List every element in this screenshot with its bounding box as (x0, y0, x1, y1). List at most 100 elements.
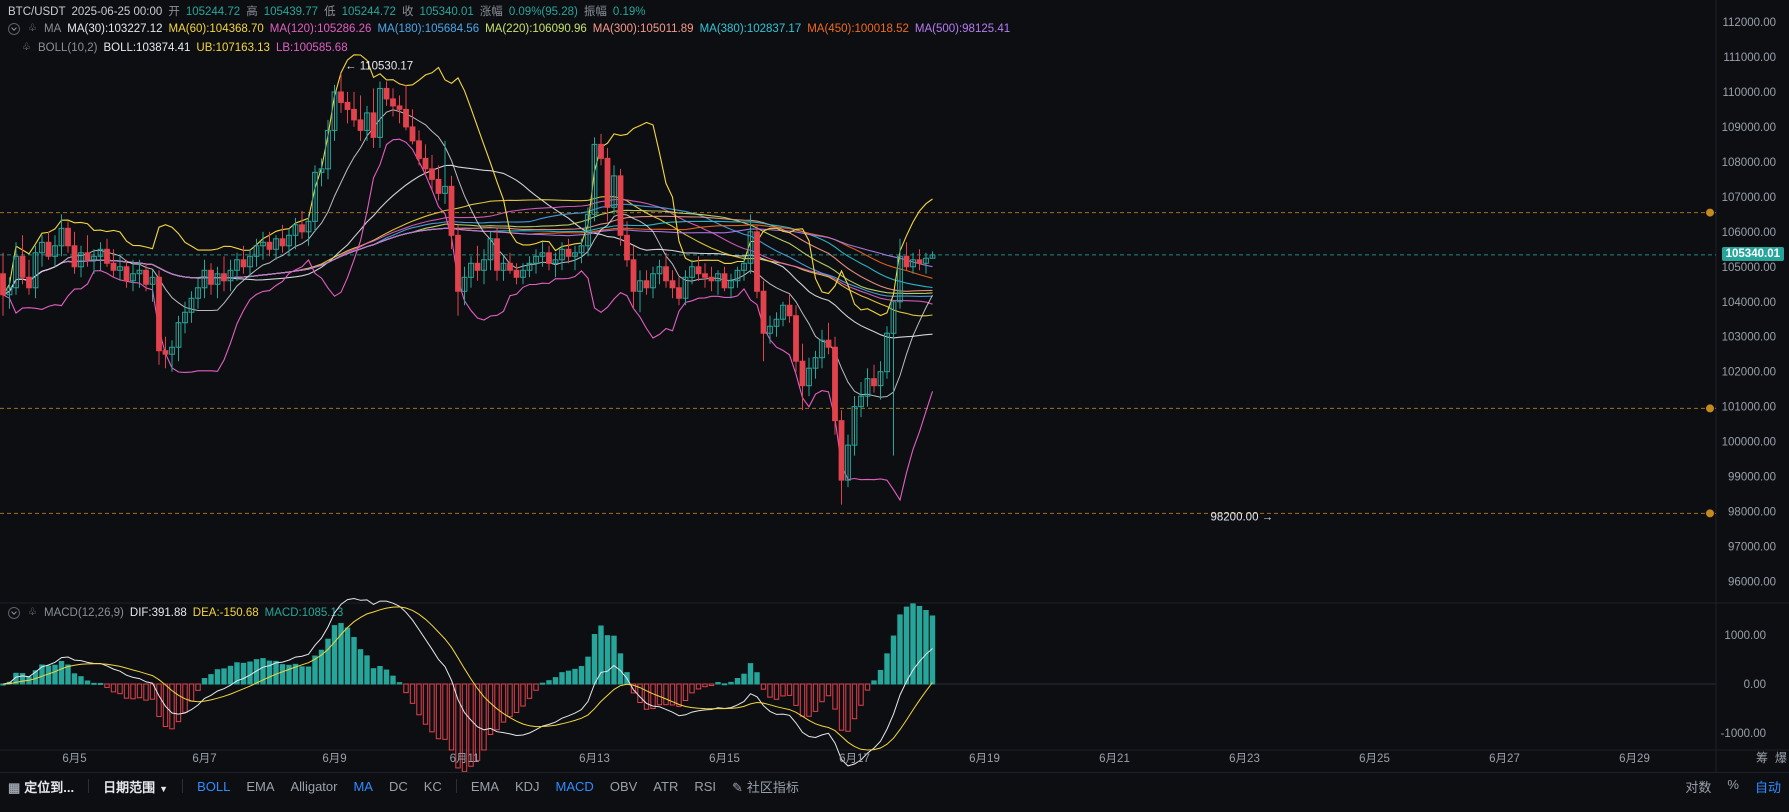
macd-histogram-bar (832, 683, 838, 710)
macd-histogram-bar (838, 683, 845, 731)
macd-histogram-bar (689, 683, 695, 694)
ma-line (2, 215, 933, 296)
macd-histogram-bar (474, 683, 481, 761)
macd-histogram-bar (19, 673, 26, 685)
price-chart[interactable]: 112000.00 111000.00 110000.00 109000.00 1080… (0, 0, 1789, 772)
scale-option-自动[interactable]: 自动 (1747, 777, 1789, 796)
candle-body (676, 287, 682, 299)
candle-body (45, 241, 52, 257)
macd-histogram-bar (364, 655, 370, 685)
divider (88, 779, 90, 793)
macd-histogram-bar (286, 664, 292, 685)
macd-histogram-bar (143, 683, 149, 701)
macd-histogram-bar (825, 683, 832, 697)
candle-body (422, 157, 429, 170)
sub-indicator-tab-rsi[interactable]: RSI (686, 779, 724, 794)
macd-histogram-bar (676, 683, 682, 707)
macd-histogram-bar (227, 665, 234, 685)
sub-indicator-tab-macd[interactable]: MACD (548, 779, 602, 794)
main-indicator-tab-boll[interactable]: BOLL (189, 779, 238, 794)
macd-histogram-bar (903, 606, 910, 685)
sub-indicator-tab-ema[interactable]: EMA (463, 779, 507, 794)
macd-histogram-bar (871, 680, 877, 685)
macd-histogram-bar (851, 683, 858, 720)
macd-histogram-bar (325, 638, 331, 685)
macd-histogram-bar (806, 683, 812, 717)
macd-histogram-bar (741, 673, 747, 685)
main-indicator-tab-ma[interactable]: MA (345, 779, 381, 794)
macd-histogram-bar (604, 635, 611, 685)
candle-body (604, 157, 611, 208)
candle-body (838, 420, 845, 481)
candle-body (721, 273, 728, 289)
candle-body (455, 234, 461, 292)
macd-histogram-bar (65, 664, 71, 685)
macd-histogram-bar (91, 682, 97, 685)
macd-histogram-bar (247, 661, 253, 685)
macd-histogram-bar (344, 627, 351, 685)
macd-histogram-bar (643, 683, 650, 710)
price-tick-label: 105000.00 (1722, 262, 1776, 274)
candle-body (104, 248, 110, 264)
macd-histogram-bar (136, 683, 143, 699)
date-tick-label: 6月7 (192, 753, 216, 765)
price-tick-label: 111000.00 (1723, 52, 1776, 64)
sub-indicator-tab-kdj[interactable]: KDJ (507, 779, 548, 794)
candle-body (429, 168, 435, 180)
macd-histogram-bar (422, 683, 429, 725)
locate-to-button[interactable]: ▦ 定位到... (0, 777, 82, 796)
macd-histogram-bar (188, 683, 195, 702)
candle-body (403, 108, 409, 128)
macd-histogram-bar (695, 683, 702, 690)
scale-option-percent[interactable]: % (1719, 777, 1747, 796)
scale-options: 对数% 自动 (1677, 777, 1789, 796)
candle-body (786, 304, 793, 317)
price-tick-label: 102000.00 (1722, 367, 1776, 379)
price-level-marker (1706, 404, 1714, 413)
candle-body (279, 238, 286, 247)
candle-body (344, 101, 351, 110)
price-tick-label: 101000.00 (1722, 402, 1776, 414)
macd-histogram-bar (481, 683, 487, 751)
price-tick-label: 106000.00 (1722, 227, 1776, 239)
macd-histogram-bar (916, 605, 923, 685)
main-indicator-tab-kc[interactable]: KC (416, 779, 450, 794)
macd-histogram-bar (884, 653, 890, 685)
main-indicator-tab-alligator[interactable]: Alligator (283, 779, 346, 794)
sub-indicator-tab-atr[interactable]: ATR (645, 779, 686, 794)
community-indicators-button[interactable]: ✎ 社区指标 (724, 777, 807, 796)
macd-histogram-bar (793, 683, 799, 706)
main-indicator-tab-ema[interactable]: EMA (238, 779, 282, 794)
macd-histogram-bar (526, 683, 533, 699)
candle-body (565, 248, 572, 257)
macd-histogram-bar (240, 662, 247, 685)
macd-histogram-bar (221, 668, 227, 685)
macd-histogram-bar (403, 683, 409, 694)
macd-histogram-bar (58, 660, 65, 685)
ma-line (2, 198, 933, 305)
macd-histogram-bar (552, 677, 559, 685)
chip-distribution-toggle[interactable]: 筹 (1756, 749, 1768, 766)
ma-line (2, 203, 933, 297)
candle-body (494, 238, 500, 271)
scale-option-对数[interactable]: 对数 (1677, 777, 1719, 796)
macd-tick-label: -1000.00 (1721, 728, 1766, 740)
candle-body (143, 269, 149, 285)
macd-histogram-bar (175, 683, 182, 723)
candle-body (266, 241, 273, 250)
macd-histogram-bar (104, 683, 110, 688)
macd-histogram-bar (409, 683, 416, 704)
macd-histogram-bar (773, 683, 780, 700)
macd-histogram-bar (448, 683, 455, 751)
date-tick-label: 6月15 (709, 753, 740, 765)
boll-mid-line (2, 109, 933, 398)
date-range-dropdown[interactable]: 日期范围 ▼ (95, 777, 176, 796)
macd-histogram-bar (357, 649, 364, 685)
candle-body (643, 280, 650, 289)
main-indicator-tab-dc[interactable]: DC (381, 779, 416, 794)
price-annotation: ← 110530.17 (345, 60, 413, 72)
macd-histogram-bar (305, 666, 312, 685)
liquidation-toggle[interactable]: 爆 (1775, 749, 1787, 766)
macd-histogram-bar (812, 683, 819, 712)
sub-indicator-tab-obv[interactable]: OBV (602, 779, 645, 794)
